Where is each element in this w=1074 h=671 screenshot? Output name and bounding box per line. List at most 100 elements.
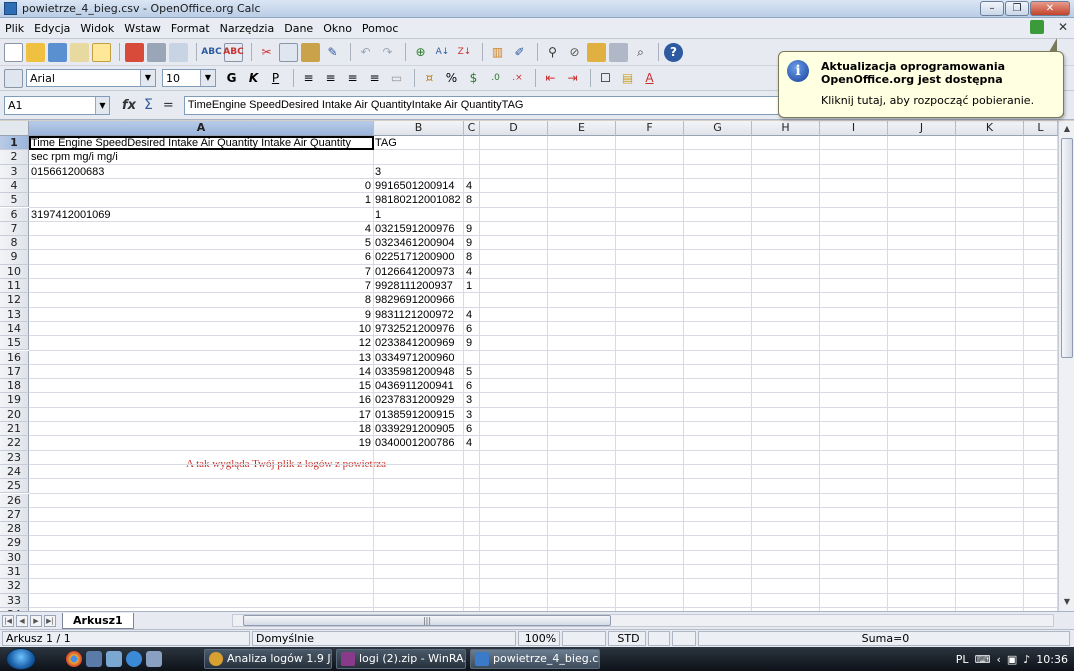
function-wizard-icon[interactable]: fx — [122, 98, 136, 113]
row-header[interactable]: 15 — [0, 336, 29, 351]
start-button[interactable] — [6, 648, 36, 670]
name-box[interactable]: A1 ▼ — [4, 95, 110, 115]
cut-icon[interactable]: ✂ — [257, 43, 276, 62]
row-header[interactable]: 24 — [0, 464, 29, 480]
status-zoom[interactable]: 100% — [518, 631, 560, 646]
cell-b[interactable]: 0233841200969 — [375, 336, 455, 350]
cell-c[interactable]: 9 — [466, 222, 472, 236]
align-left-icon[interactable]: ≡ — [299, 69, 318, 88]
column-header-g[interactable]: G — [684, 121, 752, 136]
cell-c[interactable]: 6 — [466, 422, 472, 436]
undo-icon[interactable]: ↶ — [356, 43, 375, 62]
document-close-icon[interactable]: ✕ — [1058, 20, 1068, 34]
row-header[interactable]: 27 — [0, 507, 29, 523]
menu-okno[interactable]: Okno — [323, 22, 352, 35]
cell-b[interactable]: 9831121200972 — [375, 308, 454, 322]
cell-b[interactable]: 0323461200904 — [375, 236, 455, 250]
row-header[interactable]: 10 — [0, 264, 29, 279]
cell-c[interactable]: 3 — [466, 408, 472, 422]
data-sources-icon[interactable] — [609, 42, 628, 62]
copy-icon[interactable] — [279, 42, 298, 62]
row-header[interactable]: 31 — [0, 565, 29, 580]
cell-b[interactable]: TAG — [375, 136, 397, 150]
cell-a[interactable]: 10 — [29, 322, 371, 336]
find-replace-icon[interactable]: ⚲ — [543, 43, 562, 62]
cell-b[interactable]: 9928111200937 — [375, 279, 453, 293]
menu-narzedzia[interactable]: Narzędzia — [220, 22, 275, 35]
network-icon[interactable]: ▣ — [1007, 653, 1017, 666]
row-header[interactable]: 9 — [0, 250, 29, 265]
cell-a[interactable]: 4 — [29, 222, 371, 236]
redo-icon[interactable]: ↷ — [378, 43, 397, 62]
row-header[interactable]: 17 — [0, 364, 29, 380]
row-header[interactable]: 1 — [0, 136, 29, 151]
open-folder-icon[interactable] — [26, 42, 45, 62]
align-right-icon[interactable]: ≡ — [343, 69, 362, 88]
cell-c[interactable]: 4 — [466, 179, 472, 193]
new-document-icon[interactable] — [4, 42, 23, 62]
cell-c[interactable]: 3 — [466, 393, 472, 407]
cell-b[interactable]: 98180212001082 — [375, 193, 461, 207]
chrome-icon[interactable] — [66, 651, 82, 667]
status-page-style[interactable]: Domyślnie — [252, 631, 516, 646]
keyboard-icon[interactable]: ⌨ — [975, 653, 991, 666]
cell-a[interactable]: 3197412001069 — [31, 208, 111, 222]
font-name-combo[interactable]: Arial ▼ — [26, 69, 156, 87]
menu-dane[interactable]: Dane — [284, 22, 313, 35]
cell-a[interactable]: 14 — [29, 365, 371, 379]
last-sheet-icon[interactable]: ▶| — [44, 614, 56, 627]
page-preview-icon[interactable] — [169, 42, 188, 62]
row-header[interactable]: 29 — [0, 536, 29, 551]
cell-c[interactable]: 4 — [466, 436, 472, 450]
cell-c[interactable]: 1 — [466, 279, 472, 293]
row-header[interactable]: 8 — [0, 236, 29, 251]
update-available-icon[interactable] — [1029, 20, 1044, 34]
task-calc[interactable]: powietrze_4_bieg.cs... — [470, 649, 600, 669]
cell-a[interactable]: sec rpm mg/i mg/i — [31, 150, 118, 164]
row-header[interactable]: 3 — [0, 164, 29, 179]
cell-a[interactable]: 7 — [29, 279, 371, 293]
cell-b[interactable]: 9732521200976 — [375, 322, 455, 336]
cell-a[interactable]: 1 — [29, 193, 371, 207]
help-icon[interactable]: ? — [664, 42, 683, 62]
horizontal-scrollbar[interactable]: ||| — [232, 614, 1054, 627]
task-winrar[interactable]: logi (2).zip - WinRA... — [336, 649, 466, 669]
cell-a[interactable]: 18 — [29, 422, 371, 436]
export-pdf-icon[interactable] — [125, 42, 144, 62]
percent-format-icon[interactable]: % — [442, 69, 461, 88]
function-icon[interactable]: = — [163, 98, 174, 113]
row-header[interactable]: 19 — [0, 393, 29, 408]
cell-b[interactable]: 0334971200960 — [375, 351, 455, 365]
increase-indent-icon[interactable]: ⇥ — [563, 69, 582, 88]
justify-icon[interactable]: ≡ — [365, 69, 384, 88]
standard-format-icon[interactable]: $ — [464, 69, 483, 88]
cell-a[interactable]: 9 — [29, 308, 371, 322]
cell-c[interactable]: 8 — [466, 193, 472, 207]
draw-functions-icon[interactable]: ✐ — [510, 43, 529, 62]
sum-icon[interactable]: Σ — [144, 97, 153, 113]
font-color-icon[interactable]: A — [640, 69, 659, 88]
cell-a[interactable]: 015661200683 — [31, 165, 104, 179]
cell-c[interactable]: 9 — [466, 336, 472, 350]
volume-icon[interactable]: ♪ — [1023, 653, 1030, 666]
cell-a[interactable]: 0 — [29, 179, 371, 193]
font-size-combo[interactable]: 10 ▼ — [162, 69, 216, 87]
tray-expand-icon[interactable]: ‹ — [996, 653, 1000, 666]
row-header[interactable]: 25 — [0, 479, 29, 494]
cell-a[interactable]: 7 — [29, 265, 371, 279]
row-header[interactable]: 16 — [0, 350, 29, 365]
cell-c[interactable]: 6 — [466, 379, 472, 393]
row-header[interactable]: 32 — [0, 579, 29, 594]
cell-a[interactable]: 8 — [29, 293, 371, 307]
chevron-down-icon[interactable]: ▼ — [200, 70, 215, 86]
column-header-l[interactable]: L — [1024, 121, 1058, 136]
media-icon[interactable] — [106, 651, 122, 667]
minimize-button[interactable]: – — [980, 1, 1004, 16]
cell-b[interactable]: 0335981200948 — [375, 365, 455, 379]
italic-button[interactable]: K — [244, 69, 263, 88]
row-header[interactable]: 33 — [0, 593, 29, 608]
row-header[interactable]: 20 — [0, 407, 29, 422]
clock[interactable]: 10:36 — [1036, 653, 1068, 666]
row-header[interactable]: 12 — [0, 293, 29, 308]
menu-plik[interactable]: Plik — [5, 22, 24, 35]
